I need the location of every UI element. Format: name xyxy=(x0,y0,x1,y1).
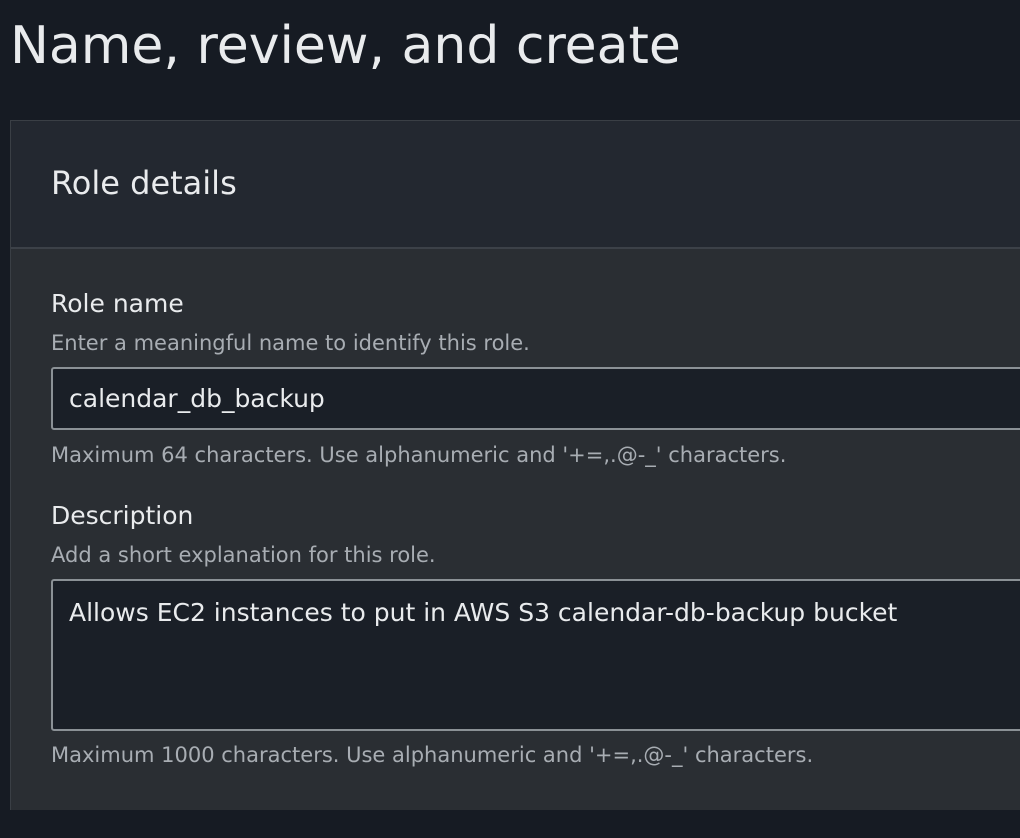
role-details-header: Role details xyxy=(11,121,1020,249)
description-label: Description xyxy=(51,501,194,530)
section-title: Role details xyxy=(51,164,237,202)
role-name-input[interactable] xyxy=(51,367,1020,430)
role-name-description: Enter a meaningful name to identify this… xyxy=(51,331,530,355)
role-name-label: Role name xyxy=(51,289,184,318)
role-name-constraint: Maximum 64 characters. Use alphanumeric … xyxy=(51,443,787,467)
page: Name, review, and create Role details Ro… xyxy=(0,0,1020,838)
role-details-container: Role details Role name Enter a meaningfu… xyxy=(10,120,1020,810)
description-textarea[interactable]: Allows EC2 instances to put in AWS S3 ca… xyxy=(51,579,1020,731)
description-description: Add a short explanation for this role. xyxy=(51,543,436,567)
description-constraint: Maximum 1000 characters. Use alphanumeri… xyxy=(51,743,814,767)
page-title: Name, review, and create xyxy=(10,16,681,76)
